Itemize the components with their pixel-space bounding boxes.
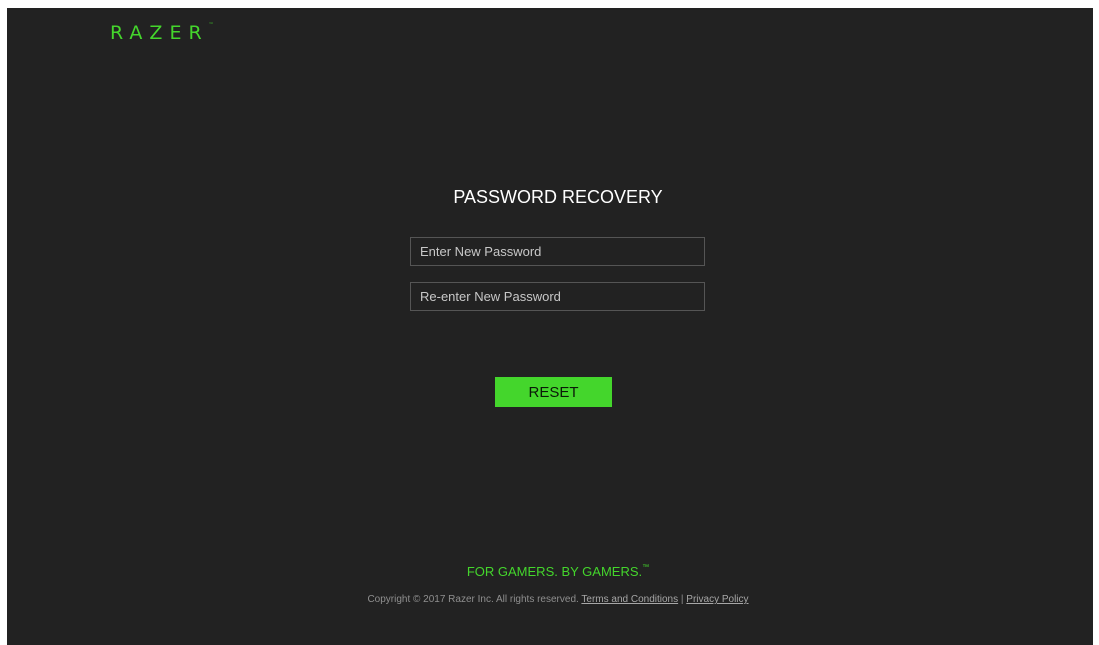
tagline-text: FOR GAMERS. BY GAMERS. [466, 564, 643, 579]
copyright-text: Copyright © 2017 Razer Inc. All rights r… [367, 594, 579, 605]
copyright-line: Copyright © 2017 Razer Inc. All rights r… [7, 594, 1099, 605]
confirm-password-field[interactable] [410, 282, 705, 311]
page-background: RAZER™ PASSWORD RECOVERY RESET FOR GAMER… [7, 8, 1093, 645]
privacy-link[interactable]: Privacy Policy [686, 594, 748, 605]
link-separator: | [680, 594, 684, 605]
new-password-field[interactable] [410, 237, 705, 266]
terms-link[interactable]: Terms and Conditions [581, 594, 678, 605]
tagline-trademark: ™ [642, 564, 650, 571]
logo-trademark: ™ [208, 22, 214, 28]
reset-button[interactable]: RESET [495, 377, 612, 407]
page-title: PASSWORD RECOVERY [453, 187, 663, 207]
razer-logo[interactable]: RAZER™ [110, 22, 214, 44]
logo-text: RAZER [110, 22, 209, 44]
tagline: FOR GAMERS. BY GAMERS.™ [7, 564, 1099, 579]
